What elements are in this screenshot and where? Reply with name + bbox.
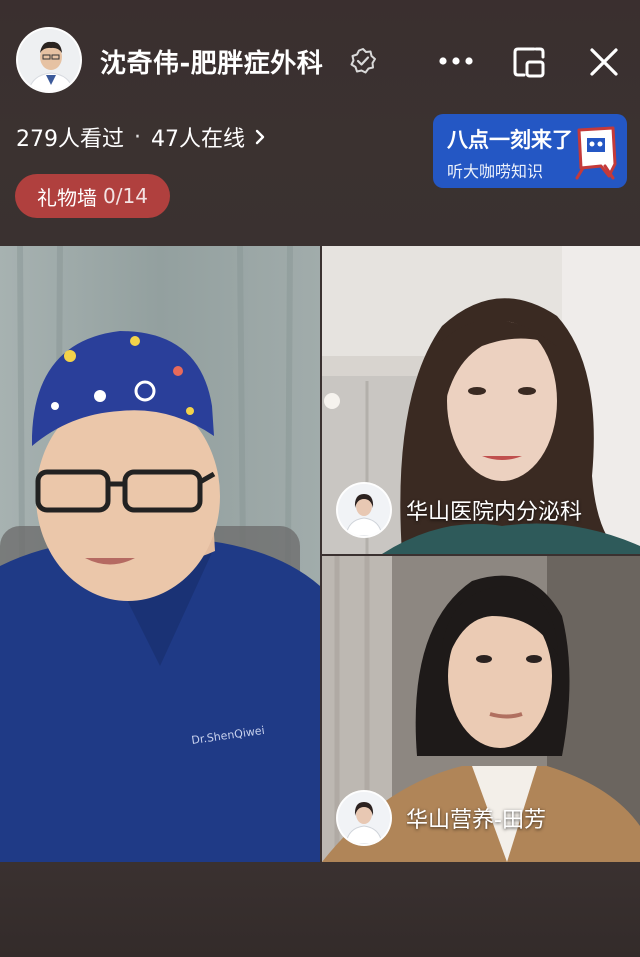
- guest-video-2[interactable]: 华山营养-田芳: [322, 556, 640, 862]
- guest-name-2: 华山营养-田芳: [406, 808, 546, 833]
- more-icon[interactable]: [437, 50, 475, 72]
- online-count: 47人在线: [151, 127, 245, 152]
- promo-subtitle: 听大咖唠知识: [447, 162, 544, 181]
- guest-name-1: 华山医院内分泌科: [406, 500, 583, 525]
- verified-badge-icon: [350, 48, 376, 74]
- floating-window-icon[interactable]: [510, 43, 548, 81]
- promo-mascot-icon: [575, 126, 617, 180]
- guest-video-1[interactable]: 华山医院内分泌科: [322, 246, 640, 554]
- guest-avatar-2: [336, 790, 392, 846]
- bottom-bar-background: [0, 862, 640, 957]
- chevron-right-icon: [255, 129, 265, 145]
- gift-wall-button[interactable]: 礼物墙 0/14: [15, 174, 170, 218]
- viewed-count: 279人看过: [16, 127, 124, 152]
- host-name[interactable]: 沈奇伟-肥胖症外科: [100, 43, 323, 80]
- guest-tag-2[interactable]: 华山营养-田芳: [336, 790, 546, 846]
- viewer-stats[interactable]: 279人看过 · 47人在线: [16, 121, 267, 153]
- promo-banner[interactable]: 八点一刻来了 听大咖唠知识: [433, 114, 627, 188]
- promo-title: 八点一刻来了: [447, 128, 573, 152]
- host-video-frame: Dr.ShenQiwei: [0, 246, 320, 862]
- guest-avatar-1: [336, 482, 392, 538]
- host-video[interactable]: Dr.ShenQiwei: [0, 246, 320, 862]
- gift-wall-label: 礼物墙: [37, 185, 98, 210]
- stats-separator: ·: [134, 124, 141, 150]
- guest-tag-1[interactable]: 华山医院内分泌科: [336, 482, 582, 538]
- gift-wall-count: 0/14: [103, 184, 148, 208]
- host-avatar[interactable]: [16, 27, 82, 93]
- close-icon[interactable]: [586, 44, 622, 80]
